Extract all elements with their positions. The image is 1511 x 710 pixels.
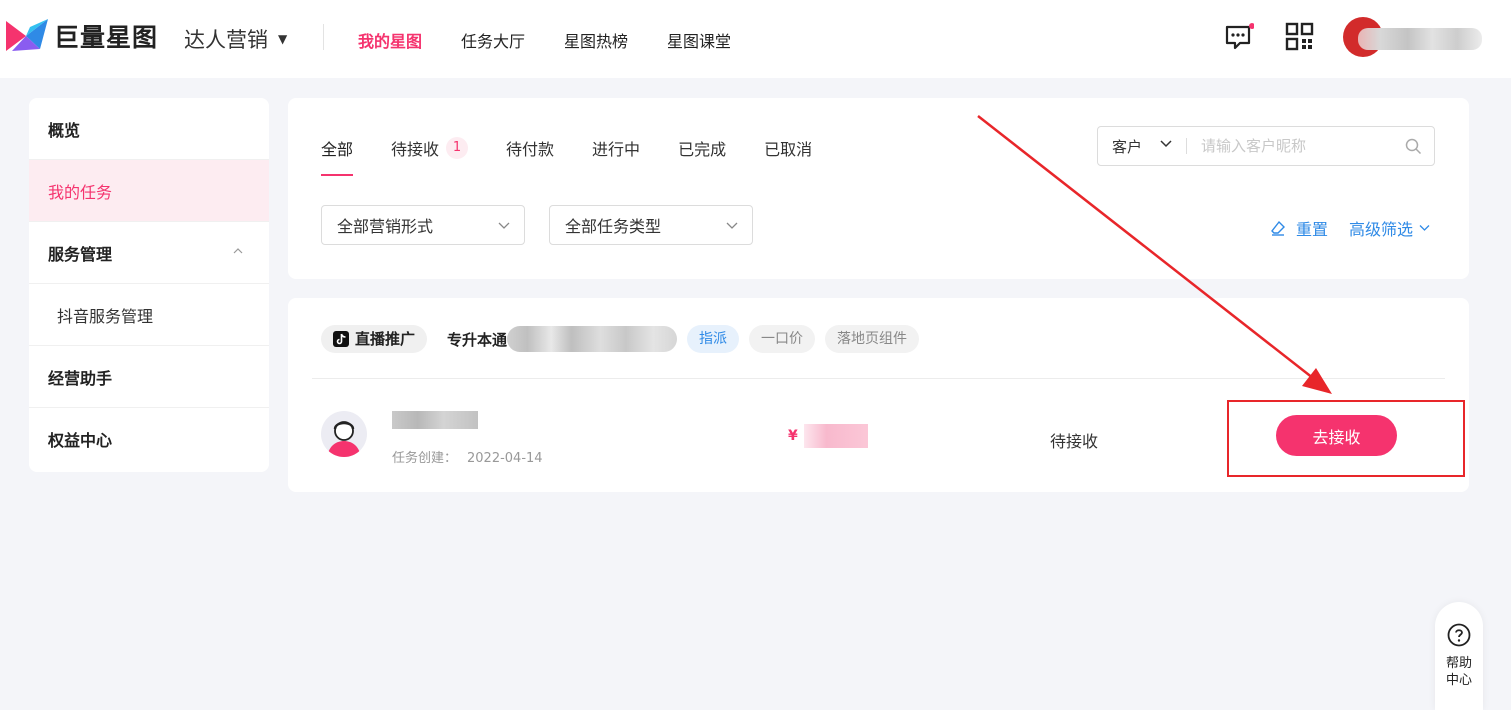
logo-text: 巨量星图	[54, 23, 159, 52]
price-redacted	[803, 424, 868, 448]
task-name-redacted	[507, 326, 678, 352]
chevron-down-icon	[1160, 139, 1172, 147]
task-header: 直播推广 专升本通 指派 一口价 落地页组件	[321, 325, 929, 353]
logo[interactable]: 巨量星图	[6, 18, 158, 54]
count-badge: 1	[446, 137, 469, 159]
select-value: 全部营销形式	[337, 217, 434, 236]
sidebar-item-label: 服务管理	[48, 244, 113, 264]
search-scope-select[interactable]: 客户	[1098, 136, 1186, 157]
reset-button[interactable]: 重置	[1270, 216, 1328, 240]
sidebar-item-label: 权益中心	[48, 431, 113, 450]
qr-code-icon[interactable]	[1285, 22, 1315, 52]
main-nav: 我的星图 任务大厅 星图热榜 星图课堂	[358, 28, 770, 52]
sidebar-item-overview[interactable]: 概览	[29, 98, 269, 160]
logo-mark-icon	[6, 19, 48, 51]
nav-my-xingtu[interactable]: 我的星图	[358, 28, 422, 52]
platform-label: 直播推广	[355, 330, 416, 348]
search-icon[interactable]	[1405, 138, 1422, 155]
customer-search: 客户	[1097, 126, 1435, 166]
creator-avatar	[321, 411, 367, 457]
nav-classroom[interactable]: 星图课堂	[667, 28, 731, 52]
sidebar-item-my-tasks[interactable]: 我的任务	[29, 160, 269, 222]
divider	[312, 378, 1445, 379]
chevron-down-icon	[726, 222, 738, 229]
sidebar-item-label: 概览	[48, 120, 81, 140]
sidebar-item-service-management[interactable]: 服务管理	[29, 222, 269, 284]
status-tabs: 全部 待接收 1 待付款 进行中 已完成 已取消	[321, 136, 850, 176]
help-label: 帮助中心	[1445, 656, 1472, 688]
search-scope-label: 客户	[1112, 137, 1143, 156]
filter-panel: 全部 待接收 1 待付款 进行中 已完成 已取消 客户 全部营销形式 全部任务类型…	[288, 98, 1469, 279]
tab-label: 待付款	[506, 140, 555, 159]
header-divider	[323, 24, 324, 50]
sidebar-item-business-assistant[interactable]: 经营助手	[29, 346, 269, 408]
chevron-down-icon	[1419, 225, 1430, 231]
select-value: 全部任务类型	[565, 217, 662, 236]
douyin-icon	[333, 331, 349, 347]
user-name-redacted[interactable]	[1358, 28, 1482, 50]
sidebar-item-label: 我的任务	[48, 182, 113, 202]
task-price: ¥	[788, 424, 868, 448]
tab-label: 已完成	[678, 140, 727, 159]
tab-label: 已取消	[764, 140, 813, 159]
creator-name-redacted	[392, 411, 478, 429]
created-label: 任务创建：	[392, 451, 458, 466]
customer-search-input[interactable]	[1201, 137, 1401, 155]
tag-fixed-price: 一口价	[749, 325, 816, 353]
caret-down-icon: ▼	[278, 32, 288, 46]
advanced-filter-label: 高级筛选	[1349, 220, 1414, 239]
tab-label: 全部	[321, 140, 354, 159]
tab-cancelled[interactable]: 已取消	[764, 136, 812, 160]
task-status: 待接收	[1050, 432, 1099, 451]
reset-label: 重置	[1296, 220, 1329, 239]
created-info: 任务创建： 2022-04-14	[392, 447, 543, 466]
tab-all[interactable]: 全部	[321, 136, 354, 176]
tab-label: 进行中	[592, 140, 641, 159]
top-header: 巨量星图 达人营销 ▼ 我的星图 任务大厅 星图热榜 星图课堂	[0, 0, 1511, 78]
sidebar-item-label: 经营助手	[48, 368, 113, 388]
question-icon	[1447, 623, 1471, 647]
help-center-button[interactable]: 帮助中心	[1435, 602, 1483, 710]
task-name: 专升本通	[447, 330, 508, 349]
tab-label: 待接收	[391, 140, 440, 159]
sidebar-item-douyin-service[interactable]: 抖音服务管理	[29, 284, 269, 346]
product-switcher[interactable]: 达人营销 ▼	[184, 24, 287, 54]
created-date: 2022-04-14	[467, 451, 543, 466]
task-type-select[interactable]: 全部任务类型	[549, 205, 753, 245]
tab-completed[interactable]: 已完成	[678, 136, 726, 160]
tab-pending-payment[interactable]: 待付款	[506, 136, 554, 160]
marketing-form-select[interactable]: 全部营销形式	[321, 205, 525, 245]
nav-task-hall[interactable]: 任务大厅	[461, 28, 525, 52]
tag-assigned: 指派	[687, 325, 740, 353]
tab-in-progress[interactable]: 进行中	[592, 136, 640, 160]
sidebar: 概览 我的任务 服务管理 抖音服务管理 经营助手 权益中心	[29, 98, 269, 472]
sidebar-item-label: 抖音服务管理	[57, 306, 154, 326]
tab-pending-accept[interactable]: 待接收 1	[391, 136, 469, 160]
tag-landing-page: 落地页组件	[825, 325, 920, 353]
platform-tag: 直播推广	[321, 325, 428, 353]
chevron-up-icon	[233, 248, 243, 254]
product-label: 达人营销	[184, 28, 268, 52]
message-icon[interactable]	[1224, 22, 1254, 52]
advanced-filter-button[interactable]: 高级筛选	[1349, 216, 1430, 240]
nav-hot-list[interactable]: 星图热榜	[564, 28, 628, 52]
eraser-icon	[1271, 220, 1285, 236]
sidebar-item-benefits[interactable]: 权益中心	[29, 408, 269, 470]
annotation-highlight-box	[1227, 400, 1465, 477]
search-separator	[1186, 138, 1187, 154]
default-avatar-icon	[321, 411, 367, 457]
chevron-down-icon	[498, 222, 510, 229]
currency-symbol: ¥	[788, 428, 798, 444]
